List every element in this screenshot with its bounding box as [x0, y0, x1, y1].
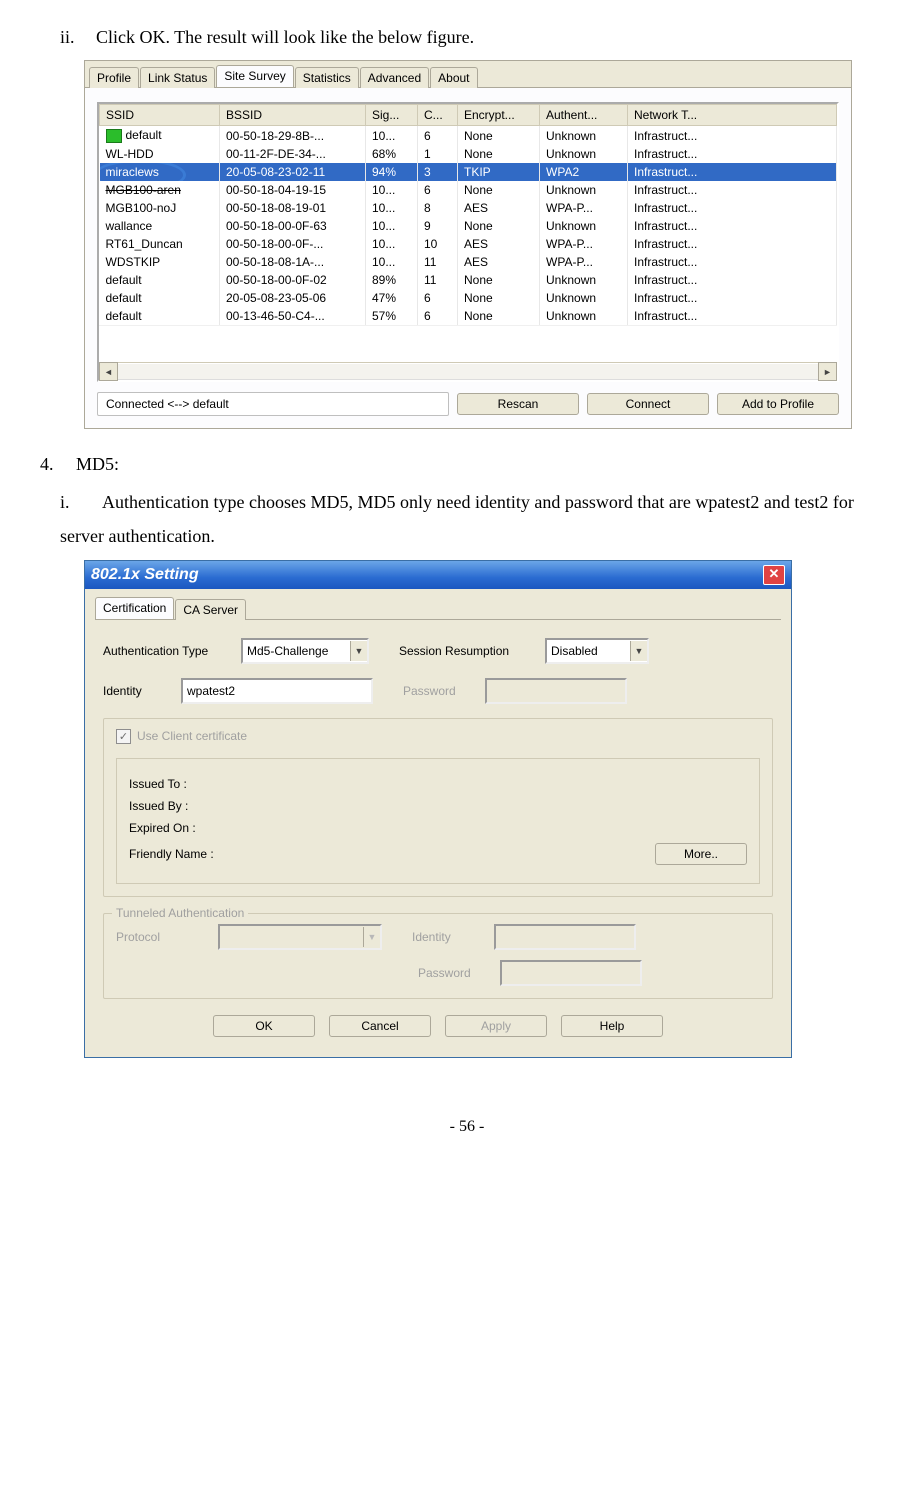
col-ssid[interactable]: SSID — [100, 105, 220, 126]
col-bssid[interactable]: BSSID — [220, 105, 366, 126]
chevron-down-icon[interactable]: ▼ — [630, 641, 647, 661]
tunnel-password-field — [500, 960, 642, 986]
session-resumption-label: Session Resumption — [399, 644, 539, 658]
apply-button: Apply — [445, 1015, 547, 1037]
horizontal-scrollbar[interactable]: ◄ ► — [99, 362, 837, 380]
auth-type-label: Authentication Type — [103, 644, 235, 658]
step-i-num: i. — [60, 485, 102, 519]
friendly-name-label: Friendly Name : — [129, 847, 214, 861]
step-ii-text: Click OK. The result will look like the … — [96, 27, 474, 47]
chevron-down-icon: ▼ — [363, 927, 380, 947]
tab-ca-server[interactable]: CA Server — [175, 599, 246, 620]
table-row[interactable]: default20-05-08-23-05-0647%6NoneUnknownI… — [100, 289, 837, 307]
use-client-cert-checkbox: ✓ — [116, 729, 131, 744]
table-row[interactable]: default00-13-46-50-C4-...57%6NoneUnknown… — [100, 307, 837, 325]
tab-site-survey[interactable]: Site Survey — [216, 65, 293, 87]
protocol-label: Protocol — [116, 930, 212, 944]
password-label: Password — [403, 684, 479, 698]
scroll-left-icon[interactable]: ◄ — [99, 362, 118, 381]
auth-type-select[interactable]: Md5-Challenge▼ — [241, 638, 369, 664]
table-row[interactable]: WL-HDD00-11-2F-DE-34-...68%1NoneUnknownI… — [100, 145, 837, 163]
table-row[interactable]: MGB100-aren00-50-18-04-19-1510...6NoneUn… — [100, 181, 837, 199]
dialog-title: 802.1x Setting — [91, 566, 199, 584]
step-ii-num: ii. — [60, 20, 96, 54]
close-icon[interactable]: ✕ — [763, 565, 785, 585]
8021x-setting-dialog: 802.1x Setting ✕ Certification CA Server… — [84, 560, 792, 1058]
table-header: SSID BSSID Sig... C... Encrypt... Authen… — [100, 105, 837, 126]
col-network-type[interactable]: Network T... — [628, 105, 837, 126]
connection-status: Connected <--> default — [97, 392, 449, 416]
table-row[interactable]: MGB100-noJ00-50-18-08-19-0110...8AESWPA-… — [100, 199, 837, 217]
dialog-titlebar[interactable]: 802.1x Setting ✕ — [85, 561, 791, 589]
session-resumption-select[interactable]: Disabled▼ — [545, 638, 649, 664]
col-signal[interactable]: Sig... — [366, 105, 418, 126]
tunnel-password-label: Password — [418, 966, 494, 980]
col-channel[interactable]: C... — [418, 105, 458, 126]
table-row[interactable]: wallance00-50-18-00-0F-6310...9NoneUnkno… — [100, 217, 837, 235]
table-row[interactable]: default00-50-18-29-8B-...10...6NoneUnkno… — [100, 126, 837, 145]
tab-link-status[interactable]: Link Status — [140, 67, 215, 88]
scroll-track[interactable] — [118, 363, 818, 380]
identity-field[interactable]: wpatest2 — [181, 678, 373, 704]
tunnel-identity-field — [494, 924, 636, 950]
table-row[interactable]: default00-50-18-00-0F-0289%11NoneUnknown… — [100, 271, 837, 289]
tab-statistics[interactable]: Statistics — [295, 67, 359, 88]
step4-num: 4. — [40, 447, 76, 481]
protocol-select: ▼ — [218, 924, 382, 950]
password-field — [485, 678, 627, 704]
scroll-right-icon[interactable]: ► — [818, 362, 837, 381]
col-authent[interactable]: Authent... — [540, 105, 628, 126]
expired-on-label: Expired On : — [129, 821, 747, 835]
ok-button[interactable]: OK — [213, 1015, 315, 1037]
issued-by-label: Issued By : — [129, 799, 747, 813]
issued-to-label: Issued To : — [129, 777, 747, 791]
tunneled-auth-legend: Tunneled Authentication — [112, 906, 248, 920]
table-row[interactable]: RT61_Duncan00-50-18-00-0F-...10...10AESW… — [100, 235, 837, 253]
site-survey-panel: Profile Link Status Site Survey Statisti… — [84, 60, 852, 429]
tab-advanced[interactable]: Advanced — [360, 67, 429, 88]
page-number: - 56 - — [40, 1118, 894, 1136]
connect-button[interactable]: Connect — [587, 393, 709, 415]
identity-label: Identity — [103, 684, 175, 698]
tab-certification[interactable]: Certification — [95, 597, 174, 619]
tab-profile[interactable]: Profile — [89, 67, 139, 88]
more-button[interactable]: More.. — [655, 843, 747, 865]
chevron-down-icon[interactable]: ▼ — [350, 641, 367, 661]
use-client-cert-label: Use Client certificate — [137, 729, 247, 743]
connected-icon — [106, 129, 122, 143]
col-encrypt[interactable]: Encrypt... — [458, 105, 540, 126]
client-cert-group: ✓ Use Client certificate Issued To : Issu… — [103, 718, 773, 897]
table-row[interactable]: miraclews20-05-08-23-02-1194%3TKIPWPA2In… — [100, 163, 837, 181]
tunnel-identity-label: Identity — [412, 930, 488, 944]
main-tabstrip: Profile Link Status Site Survey Statisti… — [85, 61, 851, 88]
tab-about[interactable]: About — [430, 67, 477, 88]
add-to-profile-button[interactable]: Add to Profile — [717, 393, 839, 415]
help-button[interactable]: Help — [561, 1015, 663, 1037]
network-list[interactable]: SSID BSSID Sig... C... Encrypt... Authen… — [97, 102, 839, 382]
table-row[interactable]: WDSTKIP00-50-18-08-1A-...10...11AESWPA-P… — [100, 253, 837, 271]
rescan-button[interactable]: Rescan — [457, 393, 579, 415]
step4-label: MD5: — [76, 454, 119, 474]
step-i-text: Authentication type chooses MD5, MD5 onl… — [60, 492, 854, 546]
cancel-button[interactable]: Cancel — [329, 1015, 431, 1037]
tunneled-auth-group: Tunneled Authentication Protocol ▼ Ident… — [103, 913, 773, 999]
